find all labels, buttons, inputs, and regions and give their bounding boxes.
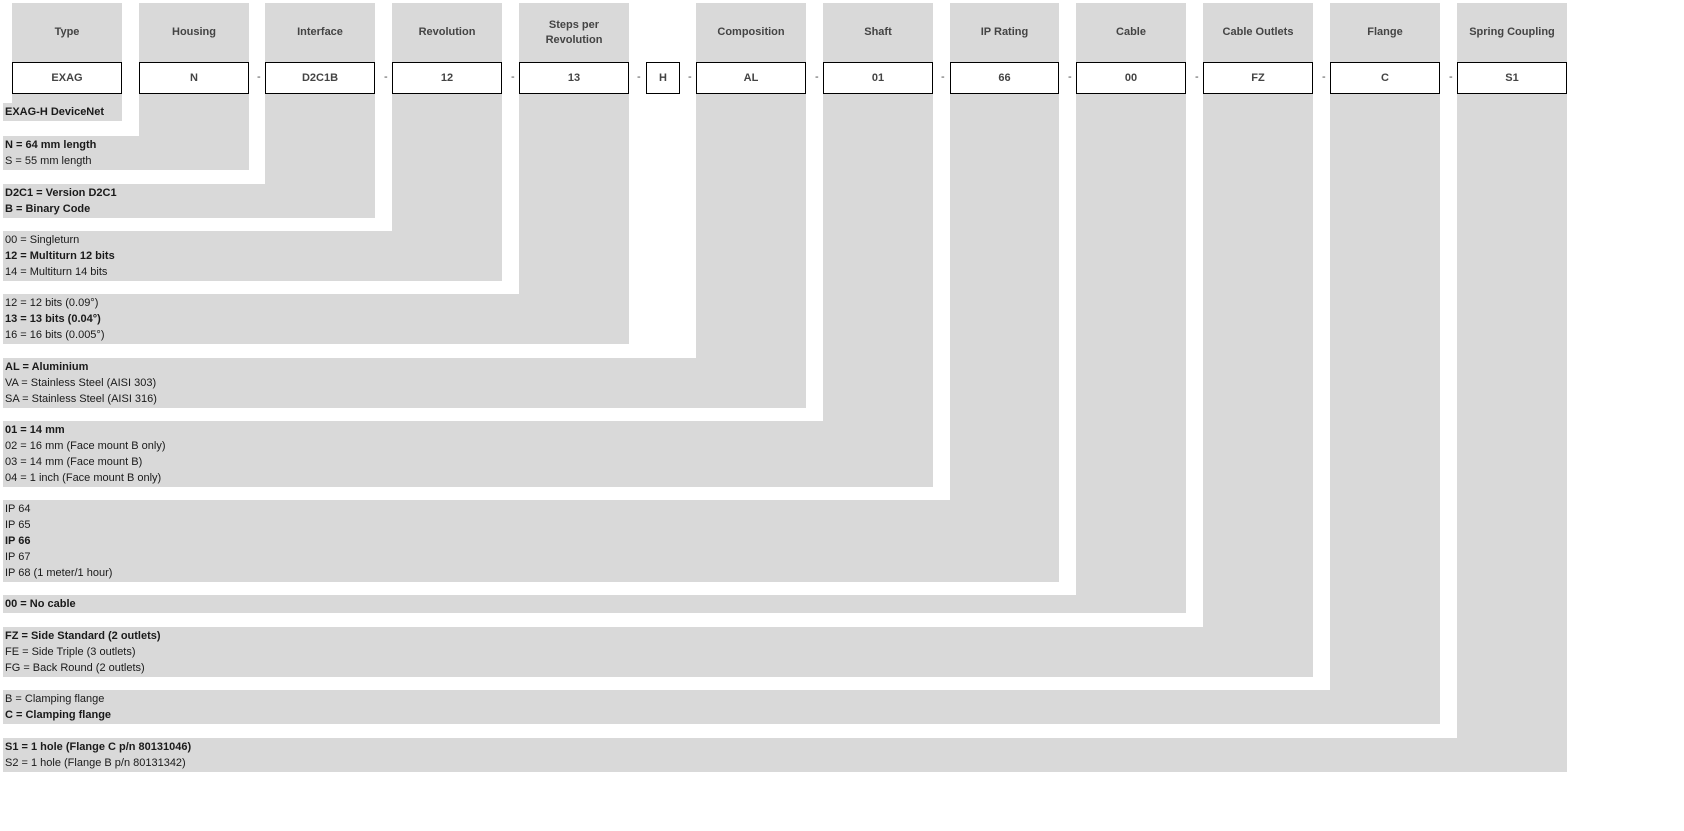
option-item: VA = Stainless Steel (AISI 303) xyxy=(5,377,157,389)
value-revolution[interactable]: 12 xyxy=(392,62,502,94)
option-item: 12 = Multiturn 12 bits xyxy=(5,250,115,262)
value-flange[interactable]: C xyxy=(1330,62,1440,94)
options-revolution: 00 = Singleturn 12 = Multiturn 12 bits 14 … xyxy=(3,231,502,281)
header-cable: Cable xyxy=(1116,26,1146,38)
value-housing[interactable]: N xyxy=(139,62,249,94)
option-item: FZ = Side Standard (2 outlets) xyxy=(5,630,161,642)
separator-dash: - xyxy=(1449,71,1453,83)
header-housing: Housing xyxy=(172,26,216,38)
option-item: B = Clamping flange xyxy=(5,693,105,705)
options-cable-outlets: FZ = Side Standard (2 outlets) FE = Side … xyxy=(3,627,1313,677)
column-cable-outlets-panel xyxy=(1203,3,1313,677)
header-flange: Flange xyxy=(1367,26,1403,38)
option-item: D2C1 = Version D2C1 xyxy=(5,187,117,199)
separator-dash: - xyxy=(1322,71,1326,83)
option-item: S1 = 1 hole (Flange C p/n 80131046) xyxy=(5,741,192,753)
option-item: 04 = 1 inch (Face mount B only) xyxy=(5,472,162,484)
value-steps-per-revolution[interactable]: 13 xyxy=(519,62,629,94)
options-spring-coupling: S1 = 1 hole (Flange C p/n 80131046) S2 = … xyxy=(3,738,1567,772)
header-ip-rating: IP Rating xyxy=(980,26,1029,38)
value-composition[interactable]: AL xyxy=(696,62,806,94)
value-interface[interactable]: D2C1B xyxy=(265,62,375,94)
option-item: B = Binary Code xyxy=(5,203,91,215)
option-item: N = 64 mm length xyxy=(5,139,97,151)
options-ip-rating: IP 64 IP 65 IP 66 IP 67 IP 68 (1 meter/1 hou… xyxy=(3,500,1059,582)
options-cable: 00 = No cable xyxy=(3,595,1186,613)
option-item: AL = Aluminium xyxy=(5,361,89,373)
value-cable[interactable]: 00 xyxy=(1076,62,1186,94)
options-steps-per-revolution: 12 = 12 bits (0.09°) 13 = 13 bits (0.04°)… xyxy=(3,294,629,344)
separator-dash: - xyxy=(941,71,945,83)
options-shaft: 01 = 14 mm 02 = 16 mm (Face mount B only)… xyxy=(3,421,933,487)
options-composition: AL = Aluminium VA = Stainless Steel (AISI… xyxy=(3,358,806,408)
value-type[interactable]: EXAG xyxy=(12,62,122,94)
option-item: FE = Side Triple (3 outlets) xyxy=(5,646,136,658)
column-cable-panel xyxy=(1076,3,1186,613)
value-cable-outlets[interactable]: FZ xyxy=(1203,62,1313,94)
header-type: Type xyxy=(54,26,80,38)
value-spring-coupling[interactable]: S1 xyxy=(1457,62,1567,94)
header-cable-outlets: Cable Outlets xyxy=(1222,26,1294,38)
value-ip-rating[interactable]: 66 xyxy=(950,62,1059,94)
option-item: IP 64 xyxy=(5,503,31,515)
options-interface: D2C1 = Version D2C1 B = Binary Code xyxy=(3,184,375,218)
options-flange: B = Clamping flange C = Clamping flange xyxy=(3,690,1440,724)
options-type: EXAG-H DeviceNet xyxy=(3,103,122,121)
separator-dash: - xyxy=(257,71,261,83)
option-item: 00 = Singleturn xyxy=(5,234,80,246)
option-item: IP 65 xyxy=(5,519,31,531)
option-item: S2 = 1 hole (Flange B p/n 80131342) xyxy=(5,757,186,769)
options-housing: N = 64 mm length S = 55 mm length xyxy=(3,136,249,170)
option-item: IP 68 (1 meter/1 hour) xyxy=(5,567,113,579)
header-composition: Composition xyxy=(717,26,785,38)
header-shaft: Shaft xyxy=(864,26,892,38)
option-item: 13 = 13 bits (0.04°) xyxy=(5,313,101,325)
option-item: EXAG-H DeviceNet xyxy=(5,106,105,118)
header-steps-per-revolution: Steps per Revolution xyxy=(545,18,603,46)
option-item: C = Clamping flange xyxy=(5,709,112,721)
separator-dash: - xyxy=(1068,71,1072,83)
option-item: S = 55 mm length xyxy=(5,155,92,167)
option-item: 14 = Multiturn 14 bits xyxy=(5,266,108,278)
option-item: IP 67 xyxy=(5,551,31,563)
option-item: 03 = 14 mm (Face mount B) xyxy=(5,456,143,468)
separator-dash: - xyxy=(511,71,515,83)
option-item: 16 = 16 bits (0.005°) xyxy=(5,329,105,341)
header-revolution: Revolution xyxy=(418,26,476,38)
separator-dash: - xyxy=(637,71,641,83)
column-spring-coupling-panel xyxy=(1457,3,1567,772)
separator-dash: - xyxy=(815,71,819,83)
value-h-code[interactable]: H xyxy=(646,62,680,94)
header-interface: Interface xyxy=(297,26,343,38)
value-shaft[interactable]: 01 xyxy=(823,62,933,94)
option-item: 00 = No cable xyxy=(5,598,76,610)
option-item: SA = Stainless Steel (AISI 316) xyxy=(5,393,157,405)
separator-dash: - xyxy=(688,71,692,83)
separator-dash: - xyxy=(1195,71,1199,83)
header-spring-coupling: Spring Coupling xyxy=(1469,26,1555,38)
option-item: 12 = 12 bits (0.09°) xyxy=(5,297,99,309)
option-item: 01 = 14 mm xyxy=(5,424,65,436)
option-item: FG = Back Round (2 outlets) xyxy=(5,662,145,674)
option-item: IP 66 xyxy=(5,535,31,547)
option-item: 02 = 16 mm (Face mount B only) xyxy=(5,440,166,452)
separator-dash: - xyxy=(384,71,388,83)
column-flange-panel xyxy=(1330,3,1440,724)
